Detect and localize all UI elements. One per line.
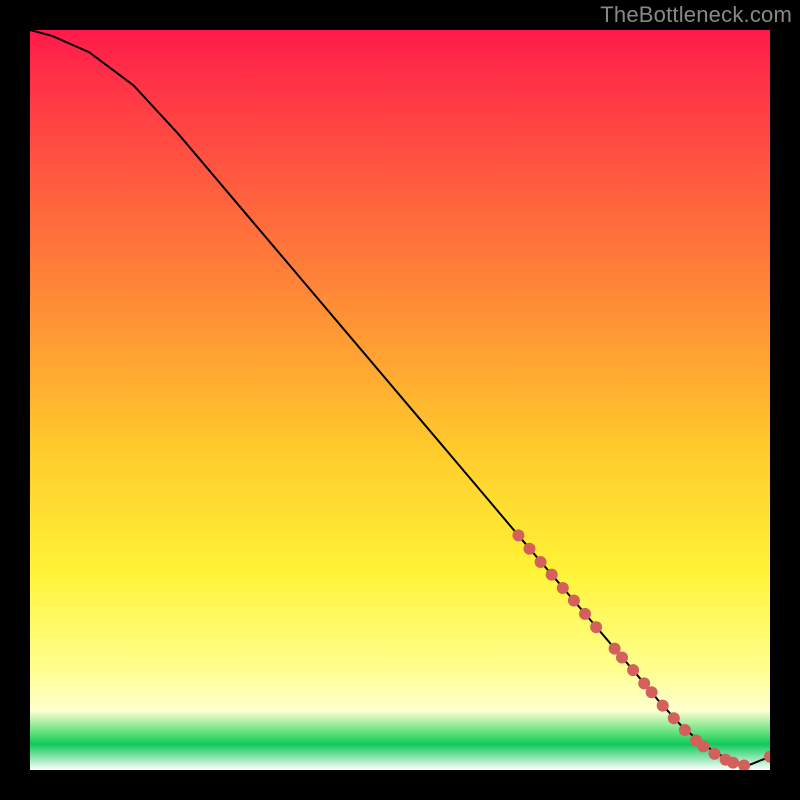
curve-markers [512,529,770,770]
curve-marker [646,686,658,698]
curve-marker [668,712,680,724]
watermark-text: TheBottleneck.com [600,2,792,28]
curve-marker [590,621,602,633]
curve-marker [709,748,721,760]
curve-marker [616,652,628,664]
curve-marker [627,664,639,676]
curve-marker [697,740,709,752]
curve-marker [568,595,580,607]
curve-marker [524,543,536,555]
curve-marker [764,751,770,763]
curve-marker [679,724,691,736]
curve-marker [546,569,558,581]
curve-marker [579,608,591,620]
curve-marker [738,760,750,770]
bottleneck-curve [30,30,770,766]
plot-area [30,30,770,770]
curve-marker [657,700,669,712]
curve-marker [512,529,524,541]
curve-marker [535,556,547,568]
chart-svg [30,30,770,770]
curve-marker [727,757,739,769]
curve-marker [557,582,569,594]
